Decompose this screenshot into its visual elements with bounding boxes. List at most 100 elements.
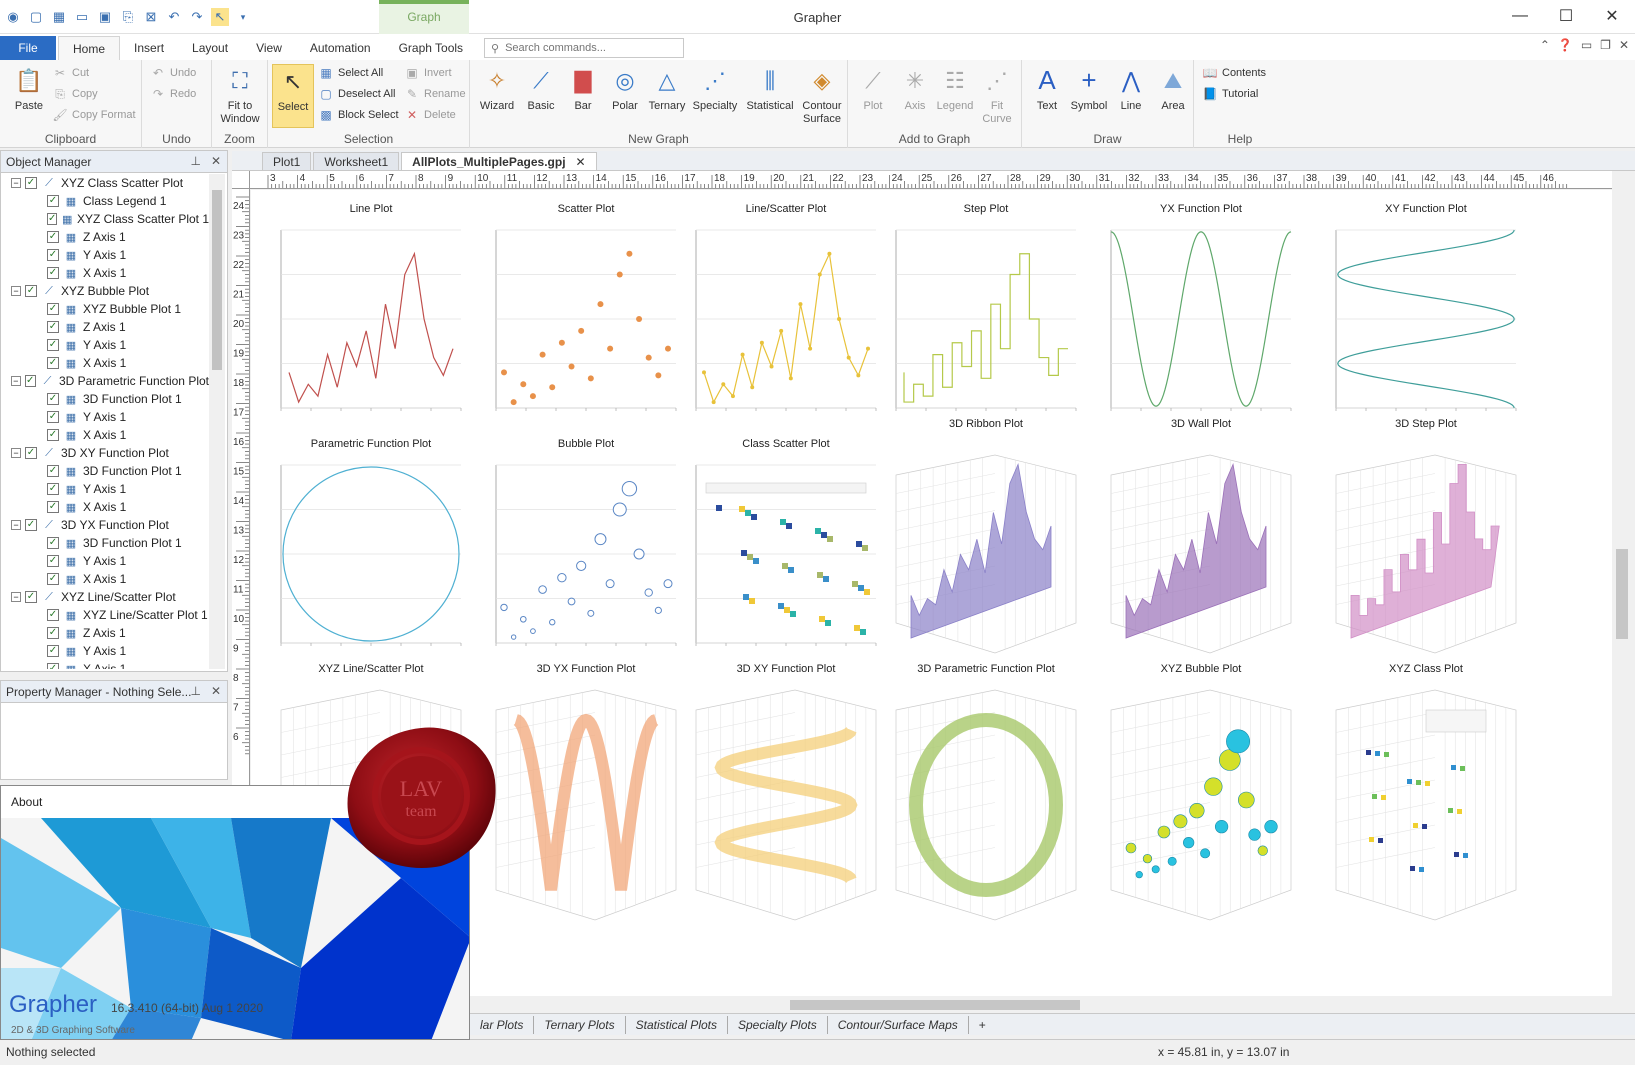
search-input[interactable] bbox=[505, 42, 676, 54]
tree-item[interactable]: ✓ ▦ XYZ Class Scatter Plot 1 bbox=[1, 210, 209, 228]
tree-group[interactable]: − ✓ ⟋ 3D YX Function Plot bbox=[1, 516, 209, 534]
fit-to-window-button[interactable]: ⛶ Fit to Window bbox=[218, 64, 262, 128]
visibility-checkbox[interactable]: ✓ bbox=[47, 645, 59, 657]
tree-item[interactable]: ✓ ▦ Z Axis 1 bbox=[1, 624, 209, 642]
bar-button[interactable]: ▇ Bar bbox=[562, 64, 604, 128]
contents-button[interactable]: 📖 Contents bbox=[1202, 64, 1267, 82]
tree-item[interactable]: ✓ ▦ Y Axis 1 bbox=[1, 480, 209, 498]
maximize-button[interactable]: ☐ bbox=[1543, 0, 1589, 32]
visibility-checkbox[interactable]: ✓ bbox=[47, 501, 59, 513]
tree-item[interactable]: ✓ ▦ Y Axis 1 bbox=[1, 408, 209, 426]
tab-close-icon[interactable]: ✕ bbox=[576, 155, 586, 169]
paste-button[interactable]: 📋 Paste bbox=[8, 64, 50, 128]
visibility-checkbox[interactable]: ✓ bbox=[47, 465, 59, 477]
select-button[interactable]: ↖ Select bbox=[272, 64, 314, 128]
visibility-checkbox[interactable]: ✓ bbox=[47, 411, 59, 423]
doc-close-icon[interactable]: ✕ bbox=[1619, 38, 1629, 52]
vscroll-thumb[interactable] bbox=[1616, 549, 1628, 639]
help-icon[interactable]: ❓ bbox=[1558, 38, 1573, 52]
page-tab-statistical-plots[interactable]: Statistical Plots bbox=[626, 1015, 728, 1034]
visibility-checkbox[interactable]: ✓ bbox=[25, 447, 37, 459]
draw-line-button[interactable]: ⋀ Line bbox=[1110, 64, 1152, 128]
tree-item[interactable]: ✓ ▦ Z Axis 1 bbox=[1, 228, 209, 246]
tree-item[interactable]: ✓ ▦ Y Axis 1 bbox=[1, 336, 209, 354]
visibility-checkbox[interactable]: ✓ bbox=[47, 627, 59, 639]
add-page-button[interactable]: + bbox=[969, 1016, 996, 1034]
visibility-checkbox[interactable]: ✓ bbox=[47, 537, 59, 549]
hscroll-thumb[interactable] bbox=[790, 1000, 1080, 1010]
tree-expander[interactable]: − bbox=[11, 520, 21, 530]
tree-item[interactable]: ✓ ▦ 3D Function Plot 1 bbox=[1, 534, 209, 552]
undo-button[interactable]: ↶ Undo bbox=[150, 64, 196, 82]
visibility-checkbox[interactable]: ✓ bbox=[47, 393, 59, 405]
tab-layout[interactable]: Layout bbox=[178, 36, 242, 60]
redo-button[interactable]: ↷ Redo bbox=[150, 85, 196, 103]
doc-tab-allplots[interactable]: AllPlots_MultiplePages.gpj ✕ bbox=[401, 152, 597, 170]
doc-restore-icon[interactable]: ❐ bbox=[1600, 38, 1611, 52]
visibility-checkbox[interactable]: ✓ bbox=[47, 213, 58, 225]
visibility-checkbox[interactable]: ✓ bbox=[47, 483, 59, 495]
tree-item[interactable]: ✓ ▦ XYZ Line/Scatter Plot 1 bbox=[1, 606, 209, 624]
visibility-checkbox[interactable]: ✓ bbox=[47, 249, 59, 261]
minimize-button[interactable]: — bbox=[1497, 0, 1543, 32]
cut-button[interactable]: ✂ Cut bbox=[52, 64, 89, 82]
select-all-button[interactable]: ▦ Select All bbox=[318, 64, 383, 82]
visibility-checkbox[interactable]: ✓ bbox=[47, 609, 59, 621]
tree-item[interactable]: ✓ ▦ 3D Function Plot 1 bbox=[1, 390, 209, 408]
tree-expander[interactable]: − bbox=[11, 178, 21, 188]
fit-curve-button[interactable]: ⋰ Fit Curve bbox=[976, 64, 1018, 128]
contour-surface-button[interactable]: ◈ Contour Surface bbox=[798, 64, 846, 128]
pin-icon[interactable]: ⊥ bbox=[190, 684, 200, 698]
add-legend-button[interactable]: ☷ Legend bbox=[934, 64, 976, 128]
visibility-checkbox[interactable]: ✓ bbox=[47, 339, 59, 351]
close-button[interactable]: ✕ bbox=[1589, 0, 1635, 32]
page-tab-specialty-plots[interactable]: Specialty Plots bbox=[728, 1015, 828, 1034]
horizontal-scrollbar[interactable] bbox=[470, 997, 1612, 1013]
pin-icon[interactable]: ⊥ bbox=[190, 154, 200, 168]
visibility-checkbox[interactable]: ✓ bbox=[47, 555, 59, 567]
doc-tab-plot1[interactable]: Plot1 bbox=[262, 152, 312, 170]
tree-item[interactable]: ✓ ▦ Y Axis 1 bbox=[1, 246, 209, 264]
tab-file[interactable]: File bbox=[0, 36, 56, 60]
tree-item[interactable]: ✓ ▦ 3D Function Plot 1 bbox=[1, 462, 209, 480]
tree-expander[interactable]: − bbox=[11, 376, 21, 386]
search-commands[interactable]: ⚲ bbox=[484, 38, 684, 58]
tree-group[interactable]: − ✓ ⟋ XYZ Line/Scatter Plot bbox=[1, 588, 209, 606]
tree-scroll-thumb[interactable] bbox=[212, 190, 222, 370]
tree-item[interactable]: ✓ ▦ Class Legend 1 bbox=[1, 192, 209, 210]
statistical-button[interactable]: ⫼ Statistical bbox=[744, 64, 796, 128]
tab-automation[interactable]: Automation bbox=[296, 36, 385, 60]
page-tab-contour-surface[interactable]: Contour/Surface Maps bbox=[828, 1015, 969, 1034]
specialty-button[interactable]: ⋰ Specialty bbox=[690, 64, 740, 128]
panel-close-icon[interactable]: ✕ bbox=[211, 684, 221, 698]
doc-minimize-icon[interactable]: ▭ bbox=[1581, 38, 1592, 52]
rename-button[interactable]: ✎ Rename bbox=[404, 85, 466, 103]
tree-scrollbar[interactable] bbox=[209, 174, 225, 669]
tab-graph-tools[interactable]: Graph Tools bbox=[385, 36, 477, 60]
visibility-checkbox[interactable]: ✓ bbox=[25, 285, 37, 297]
tree-group[interactable]: − ✓ ⟋ 3D Parametric Function Plot bbox=[1, 372, 209, 390]
tree-item[interactable]: ✓ ▦ X Axis 1 bbox=[1, 660, 209, 669]
page-tab-polar-plots[interactable]: lar Plots bbox=[470, 1015, 535, 1034]
ternary-button[interactable]: △ Ternary bbox=[646, 64, 688, 128]
visibility-checkbox[interactable]: ✓ bbox=[47, 231, 59, 243]
visibility-checkbox[interactable]: ✓ bbox=[47, 663, 59, 669]
tree-item[interactable]: ✓ ▦ Z Axis 1 bbox=[1, 318, 209, 336]
visibility-checkbox[interactable]: ✓ bbox=[25, 177, 37, 189]
tree-item[interactable]: ✓ ▦ X Axis 1 bbox=[1, 426, 209, 444]
tab-view[interactable]: View bbox=[242, 36, 296, 60]
tree-expander[interactable]: − bbox=[11, 448, 21, 458]
visibility-checkbox[interactable]: ✓ bbox=[47, 357, 59, 369]
wizard-button[interactable]: ✧ Wizard bbox=[476, 64, 518, 128]
panel-close-icon[interactable]: ✕ bbox=[211, 154, 221, 168]
visibility-checkbox[interactable]: ✓ bbox=[25, 591, 37, 603]
tree-item[interactable]: ✓ ▦ Y Axis 1 bbox=[1, 642, 209, 660]
tree-expander[interactable]: − bbox=[11, 592, 21, 602]
draw-text-button[interactable]: A Text bbox=[1026, 64, 1068, 128]
copy-format-button[interactable]: 🖌 Copy Format bbox=[52, 106, 135, 124]
visibility-checkbox[interactable]: ✓ bbox=[47, 303, 59, 315]
deselect-all-button[interactable]: ▢ Deselect All bbox=[318, 85, 395, 103]
tree-group[interactable]: − ✓ ⟋ XYZ Bubble Plot bbox=[1, 282, 209, 300]
tree-group[interactable]: − ✓ ⟋ XYZ Class Scatter Plot bbox=[1, 174, 209, 192]
tree-item[interactable]: ✓ ▦ Y Axis 1 bbox=[1, 552, 209, 570]
